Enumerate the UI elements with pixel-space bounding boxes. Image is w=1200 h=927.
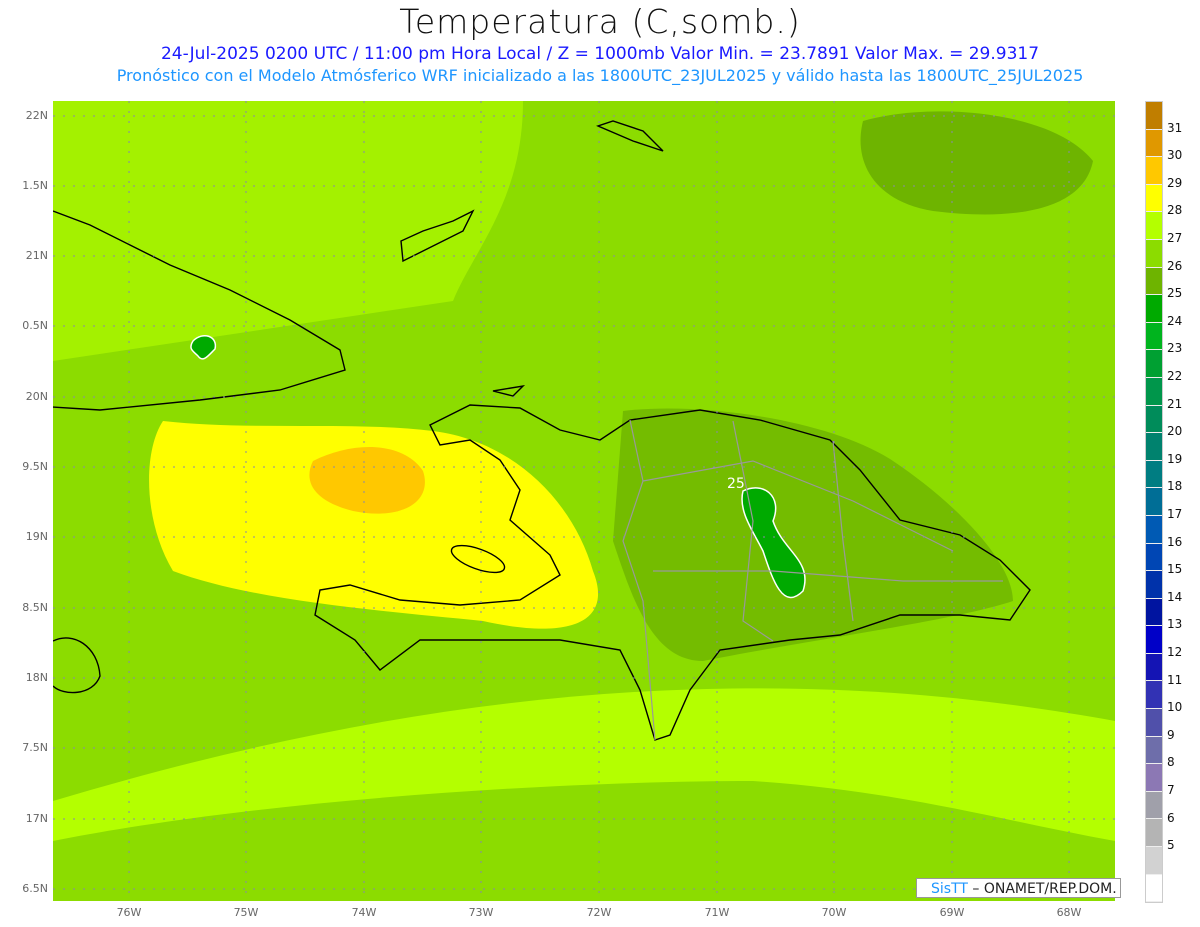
colorbar-swatch	[1146, 681, 1162, 710]
colorbar-swatch	[1146, 322, 1162, 351]
colorbar-label: 5	[1167, 838, 1175, 853]
colorbar-swatch	[1146, 571, 1162, 599]
contour-label: 25	[727, 476, 745, 492]
colorbar-label: 9	[1167, 727, 1175, 742]
colorbar-swatch	[1146, 184, 1162, 213]
colorbar-label: 12	[1167, 645, 1183, 659]
colorbar-swatch	[1146, 433, 1162, 461]
colorbar-swatch	[1146, 267, 1162, 296]
colorbar-label: 26	[1167, 258, 1183, 273]
colorbar-swatch	[1146, 102, 1162, 130]
lat-label: 1.5N	[22, 179, 48, 192]
colorbar-swatch	[1146, 157, 1162, 185]
lon-label: 76W	[116, 906, 142, 919]
colorbar-swatch	[1146, 847, 1162, 875]
colorbar-swatch	[1146, 350, 1162, 378]
colorbar-label: 10	[1167, 700, 1183, 715]
lat-label: 8.5N	[22, 601, 48, 614]
colorbar-label: 11	[1167, 672, 1183, 687]
colorbar-swatch	[1146, 598, 1162, 627]
colorbar-label: 15	[1167, 562, 1183, 577]
colorbar-label: 16	[1167, 534, 1183, 549]
colorbar-label: 19	[1167, 451, 1183, 466]
lon-label: 73W	[468, 906, 494, 919]
colorbar-swatch	[1146, 653, 1162, 682]
model-info-line: Pronóstico con el Modelo Atmósferico WRF…	[116, 66, 1084, 85]
colorbar-swatch	[1146, 488, 1162, 516]
credit-box: SisTT – ONAMET/REP.DOM.	[916, 878, 1121, 898]
lat-label: 9.5N	[22, 460, 48, 473]
lon-label: 69W	[939, 906, 965, 919]
lat-label: 19N	[25, 530, 48, 543]
lat-label: 6.5N	[22, 882, 48, 895]
colorbar-swatch	[1146, 819, 1162, 848]
colorbar-label: 17	[1167, 507, 1183, 521]
colorbar-swatch	[1146, 460, 1162, 489]
lon-label: 68W	[1056, 906, 1082, 919]
colorbar-label: 29	[1167, 175, 1183, 190]
colorbar-label: 18	[1167, 479, 1183, 494]
colorbar-swatch	[1146, 295, 1162, 323]
colorbar-swatch	[1146, 212, 1162, 240]
colorbar-label: 8	[1167, 755, 1175, 770]
colorbar-swatch	[1146, 736, 1162, 765]
lon-label: 71W	[704, 906, 730, 919]
lat-label: 0.5N	[22, 319, 48, 332]
credit-brand: SisTT	[931, 881, 968, 897]
lat-label: 21N	[25, 249, 48, 262]
lon-label: 72W	[586, 906, 612, 919]
colorbar-label: 30	[1167, 148, 1183, 163]
colorbar-label: 23	[1167, 341, 1183, 356]
colorbar-swatch	[1146, 626, 1162, 654]
colorbar-swatch	[1146, 764, 1162, 792]
colorbar-label: 7	[1167, 783, 1175, 797]
colorbar-swatch	[1146, 874, 1162, 903]
map-title: Temperatura (C,somb.)	[399, 2, 801, 41]
lat-label: 18N	[25, 671, 48, 684]
colorbar-label: 31	[1167, 120, 1183, 135]
colorbar-swatch	[1146, 515, 1162, 544]
colorbar-label: 21	[1167, 396, 1183, 411]
lon-label: 70W	[821, 906, 847, 919]
colorbar-label: 22	[1167, 369, 1183, 383]
lat-label: 7.5N	[22, 741, 48, 754]
colorbar-label: 28	[1167, 203, 1183, 218]
colorbar-swatch	[1146, 377, 1162, 406]
colorbar-swatch	[1146, 129, 1162, 158]
colorbar-swatch	[1146, 791, 1162, 820]
colorbar	[1145, 101, 1163, 904]
colorbar-swatch	[1146, 405, 1162, 434]
colorbar-swatch	[1146, 543, 1162, 572]
colorbar-label: 25	[1167, 286, 1183, 301]
lat-label: 20N	[25, 390, 48, 403]
colorbar-label: 27	[1167, 231, 1183, 245]
colorbar-label: 6	[1167, 810, 1175, 825]
credit-text: – ONAMET/REP.DOM.	[967, 881, 1117, 897]
colorbar-swatch	[1146, 239, 1162, 268]
lat-label: 22N	[25, 109, 48, 122]
lat-label: 17N	[25, 812, 48, 825]
colorbar-label: 24	[1167, 313, 1183, 328]
lon-label: 74W	[351, 906, 377, 919]
lon-label: 75W	[233, 906, 259, 919]
temperature-map: 25	[53, 101, 1115, 901]
colorbar-swatch	[1146, 709, 1162, 737]
valid-time-line: 24-Jul-2025 0200 UTC / 11:00 pm Hora Loc…	[160, 44, 1040, 64]
colorbar-label: 13	[1167, 617, 1183, 632]
colorbar-label: 20	[1167, 424, 1183, 439]
colorbar-label: 14	[1167, 589, 1183, 604]
